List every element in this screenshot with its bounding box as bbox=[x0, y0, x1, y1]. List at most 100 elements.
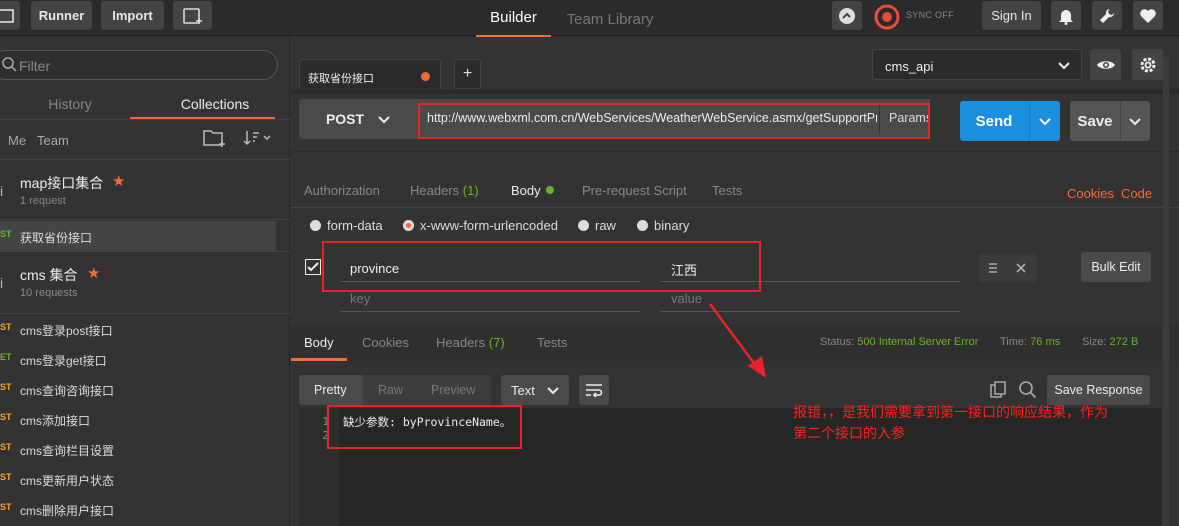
method-select[interactable]: POST bbox=[299, 99, 417, 139]
method-label: POST bbox=[325, 111, 365, 127]
key-placeholder-input[interactable]: key bbox=[350, 291, 370, 306]
send-button[interactable]: Send bbox=[960, 101, 1060, 141]
sort-button[interactable] bbox=[243, 129, 273, 147]
line-number: 1 bbox=[322, 415, 329, 428]
notifications-button[interactable] bbox=[1051, 1, 1081, 30]
copy-button[interactable] bbox=[989, 380, 1009, 400]
favorites-button[interactable] bbox=[1133, 1, 1163, 30]
request-name: cms添加接口 bbox=[20, 414, 90, 428]
sidebar-toggle-button[interactable] bbox=[0, 1, 20, 30]
tab-pre-request-script[interactable]: Pre-request Script bbox=[582, 183, 687, 198]
save-response-button[interactable]: Save Response bbox=[1047, 375, 1150, 405]
sync-status[interactable] bbox=[872, 2, 902, 32]
add-tab-button[interactable]: + bbox=[454, 59, 481, 89]
request-item[interactable]: ST cms更新用户状态 bbox=[0, 464, 276, 494]
save-button[interactable]: Save bbox=[1070, 101, 1150, 141]
wrap-icon bbox=[586, 384, 603, 397]
tab-response-tests[interactable]: Tests bbox=[537, 335, 567, 350]
scope-me[interactable]: Me bbox=[8, 133, 26, 148]
request-item[interactable]: ST cms删除用户接口 bbox=[0, 494, 276, 524]
manage-environments-button[interactable] bbox=[1132, 49, 1163, 80]
collection-name: cms 集合 bbox=[20, 267, 78, 283]
request-tab[interactable]: 获取省份接口 bbox=[299, 59, 441, 93]
star-icon[interactable]: ★ bbox=[87, 264, 100, 282]
new-collection-button[interactable] bbox=[202, 127, 228, 149]
request-name: cms查询咨询接口 bbox=[20, 384, 114, 398]
request-item[interactable]: ST cms查询栏目设置 bbox=[0, 434, 276, 464]
time-label: Time: bbox=[1000, 336, 1028, 348]
status-value: 500 Internal Server Error bbox=[857, 336, 979, 348]
runner-button[interactable]: Runner bbox=[31, 1, 92, 30]
filter-input[interactable] bbox=[19, 57, 219, 75]
eye-icon bbox=[1096, 60, 1115, 69]
wrench-icon bbox=[1100, 8, 1115, 23]
sign-in-button[interactable]: Sign In bbox=[982, 1, 1041, 30]
environment-preview-button[interactable] bbox=[1090, 49, 1121, 80]
tab-body[interactable]: Body bbox=[511, 183, 554, 198]
request-name: cms登录get接口 bbox=[20, 354, 107, 368]
tab-response-cookies[interactable]: Cookies bbox=[362, 335, 409, 350]
value-placeholder-input[interactable]: value bbox=[671, 291, 702, 306]
tab-response-headers[interactable]: Headers (7) bbox=[436, 335, 505, 350]
collection-count: 1 request bbox=[20, 195, 66, 207]
radio-form-data[interactable]: form-data bbox=[310, 218, 383, 233]
search-icon bbox=[1019, 381, 1037, 399]
method-label: ST bbox=[0, 472, 12, 482]
request-name: cms更新用户状态 bbox=[20, 474, 114, 488]
satellite-button[interactable] bbox=[832, 1, 862, 30]
search-response-button[interactable] bbox=[1018, 380, 1038, 400]
radio-urlencoded[interactable]: x-www-form-urlencoded bbox=[403, 218, 558, 233]
radio-icon bbox=[403, 220, 414, 231]
chevron-down-icon[interactable] bbox=[1038, 114, 1052, 128]
scrollbar[interactable] bbox=[1163, 57, 1169, 526]
tab-history[interactable]: History bbox=[0, 89, 140, 119]
line-number: 2 bbox=[322, 429, 329, 442]
import-button[interactable]: Import bbox=[101, 1, 164, 30]
settings-button[interactable] bbox=[1092, 1, 1122, 30]
radio-binary[interactable]: binary bbox=[637, 218, 689, 233]
view-pretty-button[interactable]: Pretty bbox=[314, 383, 347, 397]
cookies-link[interactable]: Cookies bbox=[1067, 186, 1114, 201]
request-item[interactable]: ET cms登录get接口 bbox=[0, 344, 276, 374]
tab-tests[interactable]: Tests bbox=[712, 183, 742, 198]
annotation-arrow-icon bbox=[708, 303, 766, 378]
top-bar: Runner Import Builder Team Library SYNC … bbox=[0, 0, 1179, 38]
tab-builder[interactable]: Builder bbox=[476, 0, 551, 38]
new-tab-button[interactable] bbox=[173, 1, 212, 30]
chevron-down-icon[interactable] bbox=[1128, 114, 1142, 128]
close-icon[interactable] bbox=[1015, 262, 1027, 274]
tab-team-library[interactable]: Team Library bbox=[560, 0, 660, 38]
drag-handle-icon[interactable] bbox=[987, 262, 999, 274]
radio-icon bbox=[578, 220, 589, 231]
tab-collections[interactable]: Collections bbox=[140, 89, 290, 119]
request-tab-label: 获取省份接口 bbox=[308, 73, 374, 85]
format-select[interactable]: Text bbox=[501, 375, 569, 405]
view-raw-button[interactable]: Raw bbox=[378, 383, 403, 397]
view-preview-button[interactable]: Preview bbox=[431, 383, 475, 397]
radio-label: raw bbox=[595, 218, 616, 233]
filter-box[interactable] bbox=[0, 50, 278, 80]
divider bbox=[1120, 101, 1121, 141]
star-icon[interactable]: ★ bbox=[112, 172, 125, 190]
request-item[interactable]: ST 获取省份接口 bbox=[0, 221, 276, 251]
radio-label: form-data bbox=[327, 218, 383, 233]
tab-headers[interactable]: Headers (1) bbox=[410, 183, 479, 198]
request-item[interactable]: ST cms查询咨询接口 bbox=[0, 374, 276, 404]
tab-response-body[interactable]: Body bbox=[304, 335, 334, 350]
environment-select[interactable]: cms_api bbox=[872, 49, 1082, 80]
collection-map[interactable]: i map接口集合 ★ 1 request bbox=[0, 169, 290, 219]
bulk-edit-button[interactable]: Bulk Edit bbox=[1081, 252, 1151, 282]
satellite-icon bbox=[839, 7, 855, 24]
code-link[interactable]: Code bbox=[1121, 186, 1152, 201]
collection-cms[interactable]: i cms 集合 ★ 10 requests bbox=[0, 261, 290, 311]
unsaved-dot-icon bbox=[421, 72, 430, 81]
folder-add-icon bbox=[203, 130, 225, 147]
request-item[interactable]: ST cms登录post接口 bbox=[0, 314, 276, 344]
radio-raw[interactable]: raw bbox=[578, 218, 616, 233]
tab-authorization[interactable]: Authorization bbox=[304, 183, 380, 198]
wrap-lines-button[interactable] bbox=[579, 375, 609, 405]
scope-team[interactable]: Team bbox=[37, 133, 69, 148]
row-enabled-checkbox[interactable] bbox=[305, 259, 321, 275]
method-label: ST bbox=[0, 442, 12, 452]
request-item[interactable]: ST cms添加接口 bbox=[0, 404, 276, 434]
